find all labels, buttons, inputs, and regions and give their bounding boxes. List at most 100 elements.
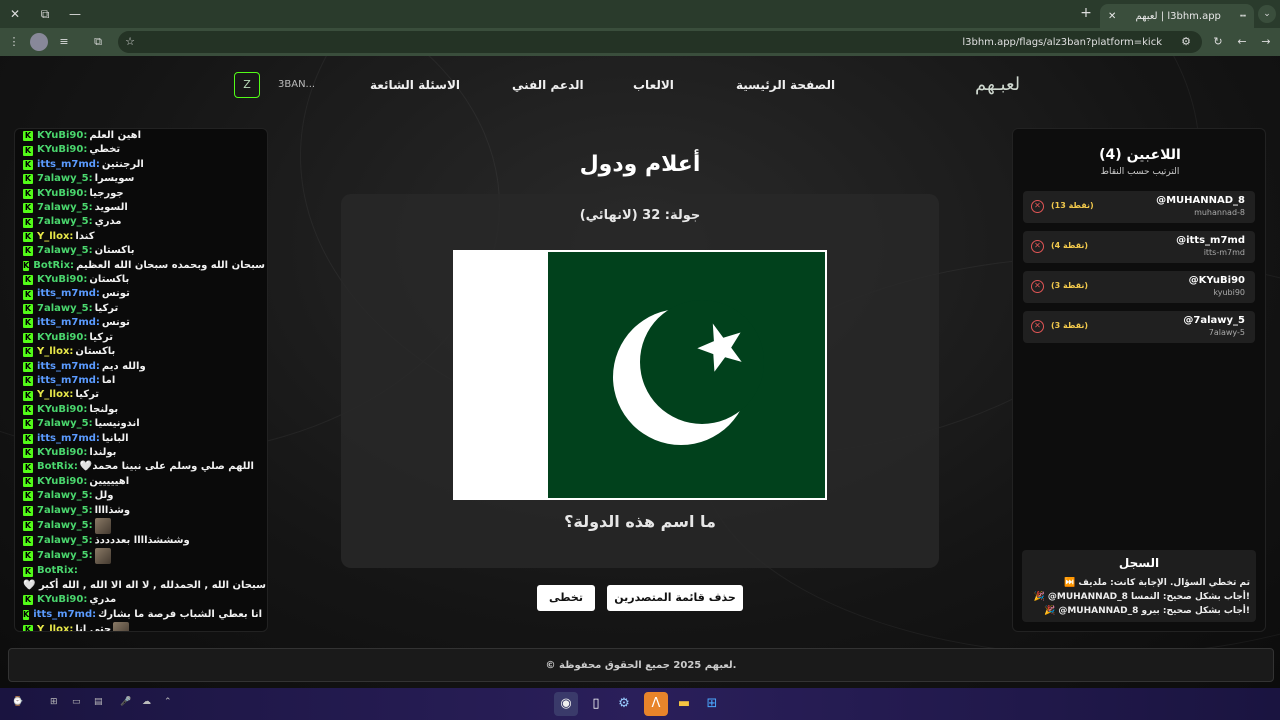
extensions-icon[interactable]: ⧉ xyxy=(90,34,106,50)
chat-username[interactable]: 7alawy_5: xyxy=(37,549,93,563)
chat-username[interactable]: 7alawy_5: xyxy=(37,504,93,518)
new-tab-button[interactable]: + xyxy=(1078,5,1094,23)
kick-badge-icon: K xyxy=(23,609,30,620)
chat-username[interactable]: 7alawy_5: xyxy=(37,201,93,215)
bookmark-star-icon[interactable]: ☆ xyxy=(122,34,138,50)
chat-username[interactable]: 7alawy_5: xyxy=(37,417,93,431)
kick-badge-icon: K xyxy=(23,390,33,401)
player-points: (3 نقطة) xyxy=(1051,321,1089,330)
site-settings-icon[interactable]: ⚙ xyxy=(1178,34,1194,50)
chat-username[interactable]: itts_m7md: xyxy=(37,316,100,330)
chat-username[interactable]: KYuBi90: xyxy=(37,593,87,607)
chat-username[interactable]: itts_m7md: xyxy=(37,287,100,301)
skip-button[interactable]: تخطى xyxy=(537,585,595,611)
chat-username[interactable]: KYuBi90: xyxy=(37,273,87,287)
player-handle: kyubi90 xyxy=(1213,288,1245,297)
kick-account-button[interactable]: Z xyxy=(234,72,260,98)
remove-player-icon[interactable]: ✕ xyxy=(1031,200,1044,213)
tab-search-icon[interactable]: ⌄ xyxy=(1258,5,1276,23)
reading-list-icon[interactable]: ≡ xyxy=(56,34,72,50)
chat-message: Kitts_m7md: والله ديم xyxy=(23,360,259,374)
nav-games[interactable]: الالعاب xyxy=(633,78,674,92)
file-app-icon[interactable]: ▯ xyxy=(584,692,608,716)
chat-username[interactable]: KYuBi90: xyxy=(37,187,87,201)
cloud-icon[interactable]: ☁ xyxy=(142,697,151,707)
chat-username[interactable]: 7alawy_5: xyxy=(37,244,93,258)
user-name[interactable]: 3BAN... xyxy=(278,79,315,90)
remove-player-icon[interactable]: ✕ xyxy=(1031,320,1044,333)
player-name: @itts_m7md xyxy=(1176,235,1245,246)
nav-faq[interactable]: الاسئلة الشائعة xyxy=(370,78,460,92)
chat-message-text: سويسرا xyxy=(94,173,135,185)
chat-username[interactable]: BotRix: xyxy=(37,460,78,474)
player-points: (3 نقطة) xyxy=(1051,281,1089,290)
tab-favicon: ┅ xyxy=(1239,10,1246,22)
chat-message-text: باكستان xyxy=(75,346,116,358)
chat-username[interactable]: Y_llox: xyxy=(37,623,73,631)
tab-close-icon[interactable]: ✕ xyxy=(1108,11,1116,22)
tray-icon[interactable]: ⊞ xyxy=(50,697,58,707)
chat-username[interactable]: itts_m7md: xyxy=(37,360,100,374)
steam-app-icon[interactable]: ⚙ xyxy=(612,692,636,716)
app-icon[interactable]: Λ xyxy=(644,692,668,716)
windows-start-icon[interactable]: ⊞ xyxy=(700,692,724,716)
tray-icon[interactable]: ▭ xyxy=(72,697,81,707)
chat-username[interactable]: 7alawy_5: xyxy=(37,519,93,533)
chat-username[interactable]: Y_llox: xyxy=(37,230,73,244)
chat-username[interactable]: 7alawy_5: xyxy=(37,534,93,548)
player-name: @7alawy_5 xyxy=(1183,315,1245,326)
nav-home[interactable]: الصفحة الرئيسية xyxy=(736,78,835,92)
chat-username[interactable]: KYuBi90: xyxy=(37,403,87,417)
chat-username[interactable]: 7alawy_5: xyxy=(37,302,93,316)
chat-username[interactable]: Y_llox: xyxy=(37,345,73,359)
minimize-window-button[interactable]: — xyxy=(60,0,90,28)
url-text[interactable]: l3bhm.app/flags/alz3ban?platform=kick xyxy=(962,37,1162,48)
kick-badge-icon: K xyxy=(23,203,33,214)
chat-username[interactable]: 7alawy_5: xyxy=(37,489,93,503)
chat-emote-image xyxy=(113,622,130,631)
microphone-icon[interactable]: 🎤 xyxy=(120,697,131,707)
tray-clock[interactable]: ⌚ xyxy=(12,697,23,707)
chat-username[interactable]: KYuBi90: xyxy=(37,129,87,143)
nav-support[interactable]: الدعم الفني xyxy=(512,78,584,92)
browser-tab-bar: ✕ ⧉ — + ✕ لعبهم | l3bhm.app ┅ ⌄ xyxy=(0,0,1280,28)
close-window-button[interactable]: ✕ xyxy=(0,0,30,28)
chat-username[interactable]: itts_m7md: xyxy=(37,374,100,388)
kick-badge-icon: K xyxy=(23,536,33,547)
chat-username[interactable]: BotRix: xyxy=(37,564,78,578)
site-logo[interactable]: لعبـهم xyxy=(975,74,1020,95)
remove-player-icon[interactable]: ✕ xyxy=(1031,280,1044,293)
chat-username[interactable]: 7alawy_5: xyxy=(37,215,93,229)
profile-avatar[interactable] xyxy=(30,33,48,51)
chat-message: K KYuBi90: باكستان xyxy=(23,273,259,287)
back-icon[interactable]: → xyxy=(1258,34,1274,50)
restore-window-button[interactable]: ⧉ xyxy=(30,0,60,28)
kick-badge-icon: K xyxy=(23,566,33,577)
file-explorer-icon[interactable]: ▬ xyxy=(672,692,696,716)
tray-icon[interactable]: ▤ xyxy=(94,697,103,707)
chat-message: K Y_llox: حتى انا xyxy=(23,622,259,631)
reload-icon[interactable]: ↻ xyxy=(1210,34,1226,50)
chevron-up-icon[interactable]: ⌃ xyxy=(164,697,172,707)
chat-username[interactable]: KYuBi90: xyxy=(37,143,87,157)
chat-username[interactable]: KYuBi90: xyxy=(37,475,87,489)
kick-badge-icon: K xyxy=(23,491,33,502)
chat-emote-image xyxy=(94,517,111,534)
browser-app-icon[interactable]: ◉ xyxy=(554,692,578,716)
clear-leaderboard-button[interactable]: حذف قائمة المتصدرين xyxy=(607,585,743,611)
chat-username[interactable]: 7alawy_5: xyxy=(37,172,93,186)
omnibox[interactable]: ☆ l3bhm.app/flags/alz3ban?platform=kick … xyxy=(118,31,1202,53)
chat-username[interactable]: BotRix: xyxy=(33,259,74,273)
remove-player-icon[interactable]: ✕ xyxy=(1031,240,1044,253)
forward-icon[interactable]: ← xyxy=(1234,34,1250,50)
log-panel: السجل ⏭️ تم تخطي السؤال. الإجابة كانت: م… xyxy=(1022,550,1256,622)
chat-username[interactable]: itts_m7md: xyxy=(33,608,96,622)
browser-tab[interactable]: ✕ لعبهم | l3bhm.app ┅ xyxy=(1100,4,1254,28)
chat-username[interactable]: KYuBi90: xyxy=(37,331,87,345)
chat-username[interactable]: KYuBi90: xyxy=(37,446,87,460)
chat-username[interactable]: itts_m7md: xyxy=(37,158,100,172)
chat-username[interactable]: itts_m7md: xyxy=(37,432,100,446)
chat-message-text: وشذاااا xyxy=(94,504,131,516)
chat-username[interactable]: Y_llox: xyxy=(37,388,73,402)
menu-icon[interactable]: ⋮ xyxy=(6,34,22,50)
